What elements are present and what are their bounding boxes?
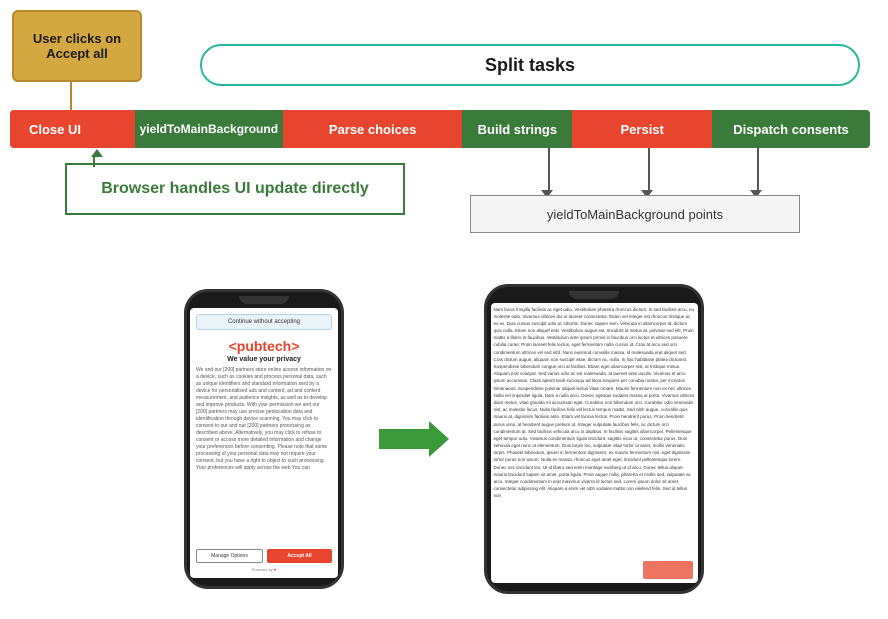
pipe-fill-2: [285, 110, 318, 148]
pipe-fill-4: [574, 110, 607, 148]
pipe-dispatch: Dispatch consents: [712, 110, 870, 148]
right-phone: Nam lacus fringilla facilisis ac eget od…: [484, 284, 704, 594]
accept-all-button[interactable]: Accept All: [267, 549, 332, 563]
arrow-down-dispatch: [757, 148, 759, 194]
pipe-fill-3: [428, 110, 461, 148]
right-phone-screen: Nam lacus fringilla facilisis ac eget od…: [491, 303, 698, 583]
yield-points-label: yieldToMainBackground points: [470, 195, 800, 233]
user-clicks-label: User clicks on Accept all: [20, 31, 134, 61]
pipe-persist: Persist: [607, 110, 677, 148]
bottom-section: Continue without accepting <pubtech> We …: [0, 258, 888, 619]
left-phone-screen: Continue without accepting <pubtech> We …: [190, 308, 338, 578]
pipe-fill-1: [100, 110, 133, 148]
arrow-svg: [379, 419, 449, 459]
pipe-yield1: yieldToMainBackground: [135, 110, 283, 148]
consent-buttons: Manage Options Accept All: [196, 549, 332, 563]
arrow-down-build: [548, 148, 550, 194]
pipe-parse: Parse choices: [318, 110, 428, 148]
diagram-area: User clicks on Accept all Split tasks Cl…: [0, 0, 888, 260]
pipe-fill-5: [677, 110, 710, 148]
phones-arrow: [374, 414, 454, 464]
pipe-build: Build strings: [462, 110, 572, 148]
split-tasks-bar: Split tasks: [200, 44, 860, 86]
powered-by: Powered by ♥: [196, 567, 332, 572]
user-clicks-box: User clicks on Accept all: [12, 10, 142, 82]
article-highlight: [643, 561, 693, 579]
phone-notch-left: [239, 296, 289, 304]
consent-body: We and our [200] partners store online a…: [196, 367, 332, 543]
manage-options-button[interactable]: Manage Options: [196, 549, 263, 563]
browser-arrow-head: [91, 149, 103, 157]
pipeline-bar: Close UI yieldToMainBackground Parse cho…: [10, 110, 870, 148]
browser-handles-label: Browser handles UI update directly: [65, 163, 405, 215]
phone-notch-right: [569, 291, 619, 299]
consent-title: We value your privacy: [196, 356, 332, 363]
consent-logo: <pubtech>: [196, 338, 332, 354]
arrow-down-persist: [648, 148, 650, 194]
pipe-close-ui: Close UI: [10, 110, 100, 148]
article-text: Nam lacus fringilla facilisis ac eget od…: [494, 306, 695, 500]
consent-banner: Continue without accepting: [196, 314, 332, 330]
user-arrow-stem: [70, 82, 72, 112]
left-phone: Continue without accepting <pubtech> We …: [184, 289, 344, 589]
split-tasks-label: Split tasks: [485, 55, 575, 76]
